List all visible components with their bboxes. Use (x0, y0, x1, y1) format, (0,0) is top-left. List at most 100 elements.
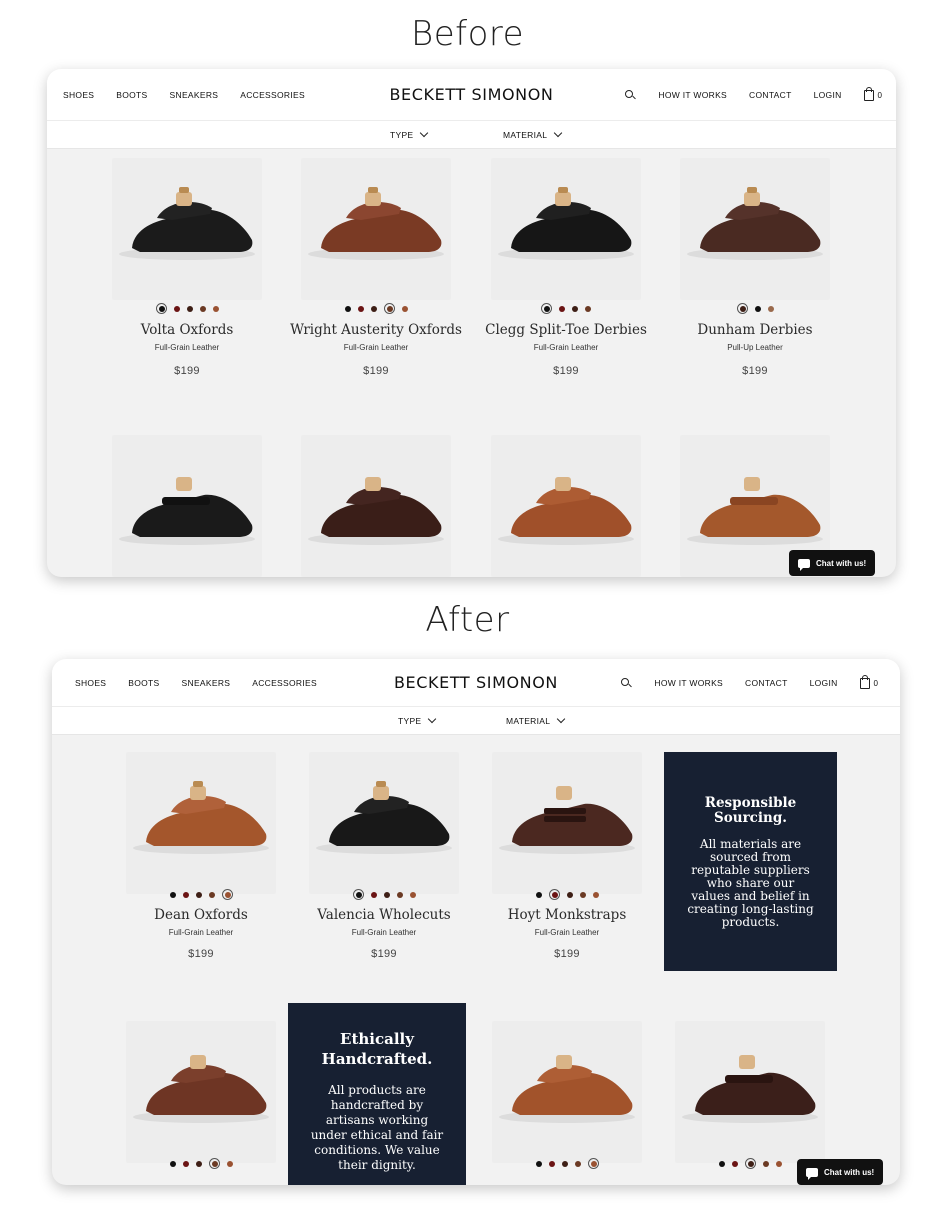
product-image[interactable] (301, 435, 451, 577)
primary-nav: SHOES BOOTS SNEAKERS ACCESSORIES (75, 659, 339, 707)
product-name[interactable]: Wright Austerity Oxfords (286, 322, 466, 338)
swatch-brown[interactable] (396, 891, 403, 898)
nav-contact[interactable]: CONTACT (745, 678, 788, 688)
swatch-brown[interactable] (208, 1158, 220, 1169)
swatch-black[interactable] (169, 891, 176, 898)
brand-logo[interactable]: BECKETT SIMONON (389, 85, 553, 104)
swatch-brown[interactable] (208, 891, 215, 898)
swatch-brown[interactable] (585, 305, 591, 312)
swatch-oxblood[interactable] (182, 891, 189, 898)
product-image[interactable] (492, 1021, 642, 1163)
product-image[interactable] (309, 752, 459, 894)
search-icon[interactable] (624, 89, 636, 101)
swatch-oxblood[interactable] (559, 305, 565, 312)
swatch-dark-brown[interactable] (370, 305, 377, 312)
swatch-oxblood[interactable] (173, 305, 180, 312)
product-image[interactable] (675, 1021, 825, 1163)
product-name[interactable]: Dunham Derbies (665, 322, 845, 338)
swatch-oxblood[interactable] (548, 889, 560, 900)
swatch-black[interactable] (535, 1160, 542, 1167)
swatch-tan[interactable] (767, 305, 774, 312)
product-image[interactable] (491, 435, 641, 577)
swatch-dark-brown[interactable] (572, 305, 578, 312)
material-filter-dropdown[interactable]: MATERIAL (506, 707, 566, 735)
product-image[interactable] (126, 752, 276, 894)
swatch-brown[interactable] (579, 891, 586, 898)
nav-login[interactable]: LOGIN (810, 678, 838, 688)
swatch-brown[interactable] (383, 303, 395, 314)
swatch-brown[interactable] (574, 1160, 581, 1167)
swatch-tan[interactable] (226, 1160, 233, 1167)
type-filter-dropdown[interactable]: TYPE (390, 121, 429, 149)
swatch-dark-brown[interactable] (195, 1160, 202, 1167)
nav-sneakers[interactable]: SNEAKERS (182, 678, 231, 688)
product-image[interactable] (680, 158, 830, 300)
swatch-black[interactable] (169, 1160, 176, 1167)
product-image[interactable] (112, 158, 262, 300)
color-swatches (111, 889, 291, 900)
swatch-tan[interactable] (592, 891, 599, 898)
swatch-dark-brown[interactable] (195, 891, 202, 898)
chat-button[interactable]: Chat with us! (797, 1159, 884, 1185)
swatch-brown[interactable] (762, 1160, 769, 1167)
swatch-black[interactable] (344, 305, 351, 312)
chat-button[interactable]: Chat with us! (789, 550, 876, 576)
swatch-tan[interactable] (775, 1160, 782, 1167)
product-name[interactable]: Valencia Wholecuts (294, 907, 474, 923)
swatch-dark-brown[interactable] (383, 891, 390, 898)
swatch-tan[interactable] (587, 1158, 599, 1169)
swatch-dark-brown[interactable] (186, 305, 193, 312)
swatch-black[interactable] (535, 891, 542, 898)
swatch-black[interactable] (352, 889, 364, 900)
swatch-tan[interactable] (409, 891, 416, 898)
nav-login[interactable]: LOGIN (814, 90, 842, 100)
shoe-illustration (499, 1055, 635, 1123)
type-filter-dropdown[interactable]: TYPE (398, 707, 437, 735)
nav-boots[interactable]: BOOTS (116, 90, 147, 100)
brand-logo[interactable]: BECKETT SIMONON (394, 673, 558, 692)
swatch-tan[interactable] (212, 305, 219, 312)
swatch-oxblood[interactable] (731, 1160, 738, 1167)
swatch-dark-brown[interactable] (566, 891, 573, 898)
nav-boots[interactable]: BOOTS (128, 678, 159, 688)
swatch-dark-brown[interactable] (561, 1160, 568, 1167)
product-image[interactable] (126, 1021, 276, 1163)
swatch-black[interactable] (718, 1160, 725, 1167)
product-name[interactable]: Clegg Split-Toe Derbies (476, 322, 656, 338)
product-name[interactable]: Hoyt Monkstraps (477, 907, 657, 923)
material-filter-dropdown[interactable]: MATERIAL (503, 121, 563, 149)
swatch-oxblood[interactable] (357, 305, 364, 312)
cart-button[interactable]: 0 (859, 674, 878, 689)
nav-shoes[interactable]: SHOES (63, 90, 94, 100)
swatch-black[interactable] (155, 303, 167, 314)
chat-bubble-icon (798, 558, 810, 571)
swatch-black[interactable] (541, 303, 552, 314)
color-swatches (477, 1158, 657, 1169)
swatch-oxblood[interactable] (548, 1160, 555, 1167)
swatch-oxblood[interactable] (182, 1160, 189, 1167)
cart-button[interactable]: 0 (863, 86, 882, 101)
material-filter-label: MATERIAL (503, 130, 548, 140)
swatch-dark-brown[interactable] (744, 1158, 756, 1169)
swatch-black[interactable] (754, 305, 761, 312)
product-name[interactable]: Volta Oxfords (97, 322, 277, 338)
swatch-oxblood[interactable] (370, 891, 377, 898)
product-image[interactable] (491, 158, 641, 300)
product-name[interactable]: Dean Oxfords (111, 907, 291, 923)
swatch-tan[interactable] (401, 305, 408, 312)
nav-how-it-works[interactable]: HOW IT WORKS (658, 90, 727, 100)
search-icon[interactable] (620, 677, 632, 689)
product-image[interactable] (112, 435, 262, 577)
nav-contact[interactable]: CONTACT (749, 90, 792, 100)
nav-shoes[interactable]: SHOES (75, 678, 106, 688)
nav-sneakers[interactable]: SNEAKERS (170, 90, 219, 100)
nav-accessories[interactable]: ACCESSORIES (252, 678, 317, 688)
filter-bar: TYPE MATERIAL (52, 707, 900, 735)
product-image[interactable] (492, 752, 642, 894)
product-image[interactable] (301, 158, 451, 300)
nav-how-it-works[interactable]: HOW IT WORKS (654, 678, 723, 688)
nav-accessories[interactable]: ACCESSORIES (240, 90, 305, 100)
swatch-tan[interactable] (221, 889, 233, 900)
swatch-brown[interactable] (199, 305, 206, 312)
swatch-dark-brown[interactable] (736, 303, 748, 314)
